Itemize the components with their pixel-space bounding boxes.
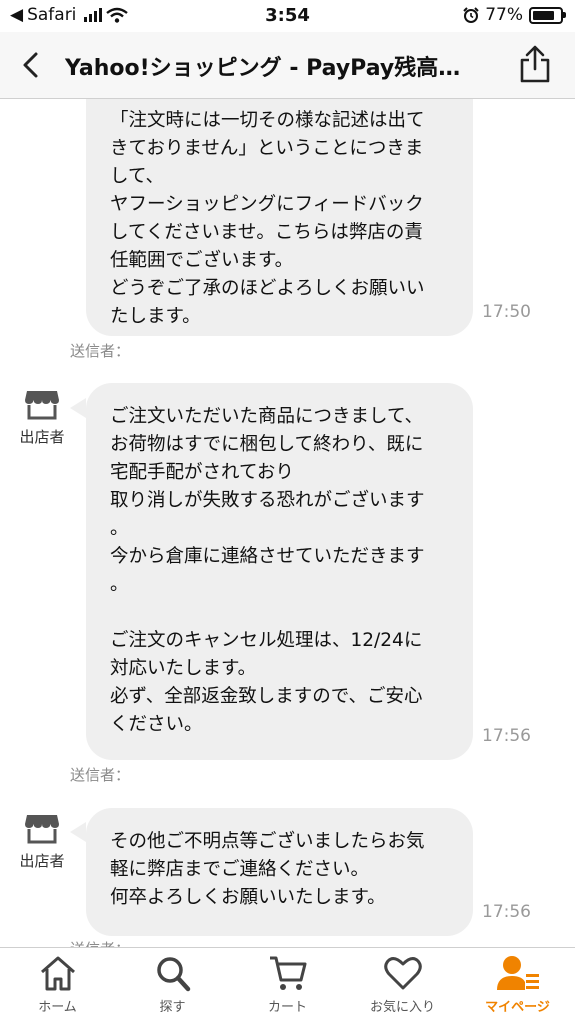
store-icon bbox=[25, 391, 59, 420]
home-icon bbox=[40, 956, 75, 991]
battery-percent: 77% bbox=[485, 5, 523, 25]
tab-mypage[interactable]: マイページ bbox=[460, 954, 575, 1015]
avatar-label: 出店者 bbox=[19, 852, 65, 870]
battery-icon bbox=[529, 6, 566, 24]
tab-favorites[interactable]: お気に入り bbox=[345, 954, 460, 1015]
tab-cart[interactable]: カート bbox=[230, 954, 345, 1015]
heart-icon bbox=[383, 957, 422, 990]
sender-label: 送信者： bbox=[70, 766, 131, 784]
share-icon[interactable] bbox=[517, 44, 553, 84]
store-icon bbox=[25, 815, 59, 844]
tab-label: マイページ bbox=[485, 1000, 550, 1015]
search-icon bbox=[156, 957, 190, 992]
tab-label: 探す bbox=[159, 1000, 186, 1015]
alarm-icon bbox=[463, 7, 479, 23]
tab-label: ホーム bbox=[38, 1000, 77, 1015]
status-right: 77% bbox=[463, 5, 566, 25]
tab-home[interactable]: ホーム bbox=[0, 954, 115, 1015]
message-time: 17:50 bbox=[482, 302, 531, 322]
person-icon bbox=[496, 956, 539, 990]
message-bubble: ご注文いただいた商品につきまして、 お荷物はすでに梱包して終わり、既に 宅配手配… bbox=[86, 383, 473, 760]
message-time: 17:56 bbox=[482, 726, 531, 746]
cart-icon bbox=[269, 956, 306, 990]
tab-label: カート bbox=[267, 1000, 307, 1015]
tab-bar: ホーム 探す カート お気に入り マイページ bbox=[0, 947, 575, 1025]
navigation-bar: Yahoo!ショッピング - PayPay残高… bbox=[0, 32, 575, 99]
bubble-tail bbox=[70, 822, 86, 842]
tab-label: お気に入り bbox=[369, 1000, 435, 1015]
sender-label: 送信者： bbox=[70, 342, 131, 360]
message-bubble: 「注文時には一切その様な記述は出て きておりません」ということにつきま して、 … bbox=[86, 99, 473, 336]
seller-avatar[interactable]: 出店者 bbox=[14, 388, 70, 447]
seller-avatar[interactable]: 出店者 bbox=[14, 812, 70, 871]
back-chevron-icon[interactable] bbox=[16, 50, 46, 80]
page-title: Yahoo!ショッピング - PayPay残高… bbox=[65, 56, 461, 81]
tab-search[interactable]: 探す bbox=[115, 954, 230, 1015]
bubble-tail bbox=[70, 398, 86, 418]
message-time: 17:56 bbox=[482, 902, 531, 922]
avatar-label: 出店者 bbox=[19, 428, 65, 446]
message-bubble: その他ご不明点等ございましたらお気 軽に弊店までご連絡ください。 何卒よろしくお… bbox=[86, 808, 473, 936]
status-bar: ◀ Safari 3:54 77% bbox=[0, 0, 575, 32]
